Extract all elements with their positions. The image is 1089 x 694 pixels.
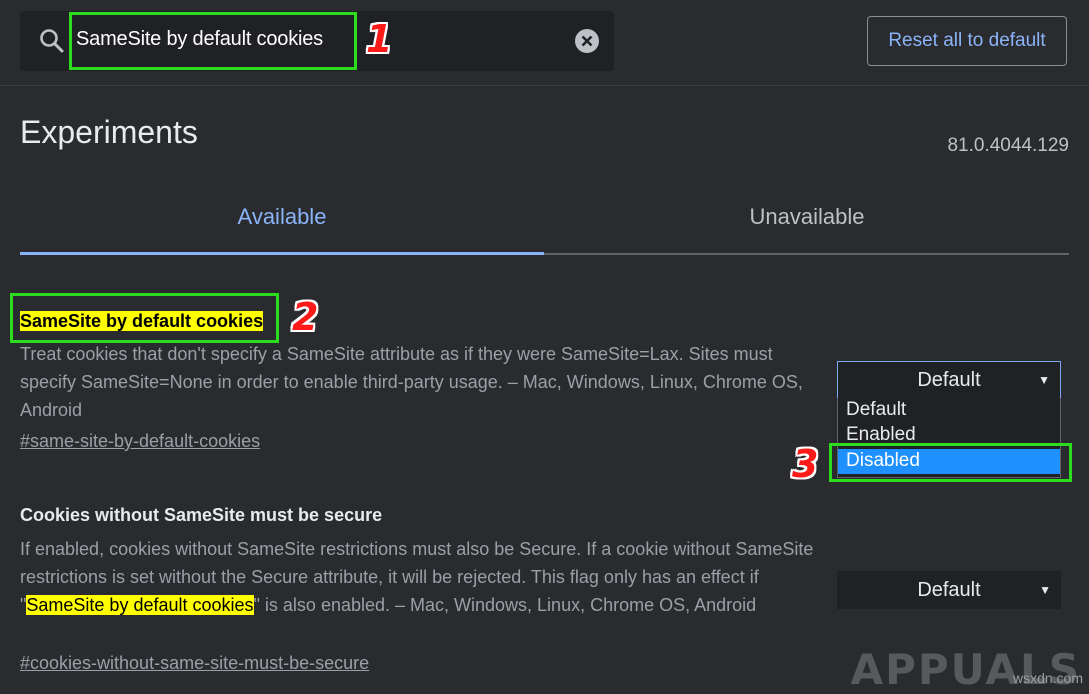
experiment-select[interactable]: Default ▼	[837, 361, 1061, 399]
annotation-number-1: 1	[366, 17, 393, 61]
tab-available[interactable]: Available	[20, 204, 544, 230]
experiment-link[interactable]: #cookies-without-same-site-must-be-secur…	[20, 653, 369, 674]
experiment-link[interactable]: #same-site-by-default-cookies	[20, 431, 260, 452]
annotation-number-2: 2	[292, 295, 319, 339]
page-title: Experiments	[20, 114, 198, 150]
dropdown-arrow-icon: ▼	[1039, 583, 1051, 597]
description-text: " is also enabled. – Mac, Windows, Linux…	[253, 595, 757, 615]
option-default[interactable]: Default	[846, 399, 906, 421]
description-highlight: SameSite by default cookies	[26, 595, 254, 615]
tab-unavailable[interactable]: Unavailable	[545, 204, 1069, 230]
reset-all-button[interactable]: Reset all to default	[867, 16, 1067, 66]
experiment-title: Cookies without SameSite must be secure	[20, 505, 383, 525]
experiment-description: Treat cookies that don't specify a SameS…	[20, 344, 803, 420]
select-value: Default	[917, 578, 981, 601]
search-icon	[40, 29, 64, 53]
watermark-site: wsxdn.com	[1012, 670, 1083, 686]
annotation-box-1	[69, 12, 357, 70]
dropdown-arrow-icon: ▼	[1038, 373, 1050, 387]
clear-search-icon[interactable]	[574, 28, 600, 54]
experiment-select[interactable]: Default ▼	[837, 571, 1061, 609]
select-value: Default	[917, 368, 981, 391]
annotation-box-3	[829, 443, 1072, 482]
annotation-box-2	[10, 293, 279, 343]
tab-active-indicator	[20, 252, 544, 255]
version-label: 81.0.4044.129	[947, 135, 1069, 156]
annotation-number-3: 3	[792, 442, 819, 486]
experiment-description: If enabled, cookies without SameSite res…	[20, 535, 820, 619]
